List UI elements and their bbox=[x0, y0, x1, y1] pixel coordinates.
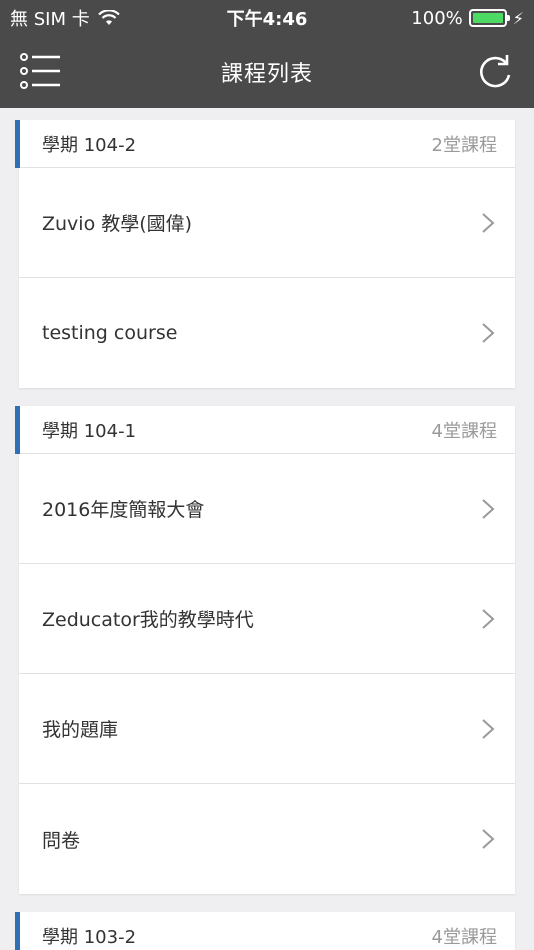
carrier-label: 無 SIM 卡 bbox=[10, 9, 90, 30]
chevron-right-icon bbox=[482, 498, 495, 519]
battery-icon bbox=[468, 9, 510, 27]
section-course-count: 4堂課程 bbox=[431, 926, 497, 948]
chevron-right-icon bbox=[482, 829, 495, 849]
section-accent-bar bbox=[15, 912, 20, 950]
course-section: 學期 103-2 4堂課程 bbox=[15, 912, 515, 950]
course-list[interactable]: 學期 104-2 2堂課程 Zuvio 教學(國偉) testing course 學期… bbox=[0, 108, 534, 950]
section-course-count: 4堂課程 bbox=[431, 420, 497, 442]
course-row[interactable]: Zuvio 教學(國偉) bbox=[19, 168, 515, 278]
refresh-icon[interactable] bbox=[476, 53, 514, 91]
course-name: Zuvio 教學(國偉) bbox=[42, 213, 193, 235]
page-title: 課程列表 bbox=[220, 62, 313, 87]
chevron-right-icon bbox=[482, 212, 495, 233]
section-course-count: 2堂課程 bbox=[431, 134, 497, 156]
battery-percent: 100% bbox=[411, 7, 463, 29]
wifi-icon bbox=[97, 10, 120, 25]
course-row[interactable]: Zeducator我的教學時代 bbox=[19, 564, 515, 674]
course-section: 學期 104-1 4堂課程 2016年度簡報大會 Zeducator我的教學時代 我的題… bbox=[15, 406, 515, 894]
course-name: Zeducator我的教學時代 bbox=[42, 609, 254, 631]
chevron-right-icon bbox=[482, 323, 495, 343]
section-term: 學期 104-1 bbox=[42, 420, 137, 442]
course-row[interactable]: testing course bbox=[19, 278, 515, 388]
battery-fill bbox=[472, 13, 503, 23]
course-row[interactable]: 我的題庫 bbox=[19, 674, 515, 784]
status-right: 100% ⚡ bbox=[411, 8, 524, 29]
course-name: 2016年度簡報大會 bbox=[42, 499, 205, 521]
course-name: testing course bbox=[42, 322, 178, 344]
charging-bolt-icon: ⚡ bbox=[512, 8, 524, 28]
section-header: 學期 104-1 4堂課程 bbox=[15, 406, 515, 454]
nav-bar: 課程列表 bbox=[0, 36, 534, 108]
status-left: 無 SIM 卡 bbox=[10, 5, 120, 31]
status-bar: 無 SIM 卡 下午4:46 100% ⚡ bbox=[0, 0, 534, 36]
course-name: 問卷 bbox=[42, 829, 81, 852]
section-header: 學期 103-2 4堂課程 bbox=[15, 912, 515, 950]
chevron-right-icon bbox=[482, 718, 495, 739]
list-menu-icon[interactable] bbox=[20, 53, 62, 89]
section-header: 學期 104-2 2堂課程 bbox=[15, 120, 515, 168]
section-term: 學期 104-2 bbox=[42, 134, 137, 156]
course-section: 學期 104-2 2堂課程 Zuvio 教學(國偉) testing course bbox=[15, 120, 515, 388]
course-row[interactable]: 問卷 bbox=[19, 784, 515, 894]
section-accent-bar bbox=[15, 406, 20, 454]
course-name: 我的題庫 bbox=[42, 719, 119, 741]
section-term: 學期 103-2 bbox=[42, 926, 137, 948]
course-row[interactable]: 2016年度簡報大會 bbox=[19, 454, 515, 564]
section-accent-bar bbox=[15, 120, 20, 168]
chevron-right-icon bbox=[482, 608, 495, 629]
